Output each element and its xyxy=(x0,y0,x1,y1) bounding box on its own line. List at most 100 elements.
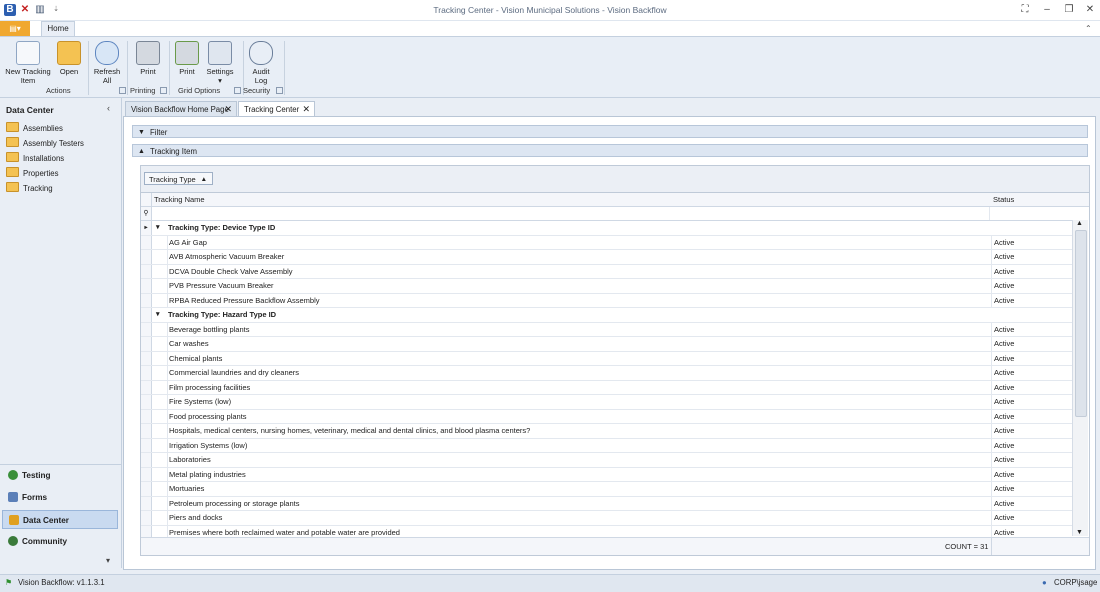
table-row[interactable]: Beverage bottling plants Active xyxy=(141,322,1073,337)
version-label: Vision Backflow: v1.1.3.1 xyxy=(18,578,105,587)
chevron-down-icon[interactable]: ▾ xyxy=(156,221,160,235)
filter-section-header[interactable]: ▼ Filter xyxy=(132,125,1088,138)
tree-item-tracking[interactable]: Tracking xyxy=(6,182,53,194)
grid-options-launcher-icon[interactable] xyxy=(234,87,241,94)
table-row[interactable]: Petroleum processing or storage plants Ac… xyxy=(141,496,1073,511)
table-row[interactable]: AG Air Gap Active xyxy=(141,235,1073,250)
printing-launcher-icon[interactable] xyxy=(160,87,167,94)
chevron-up-icon: ▲ xyxy=(138,148,145,155)
nav-divider xyxy=(0,464,121,465)
close-button[interactable]: ✕ xyxy=(1083,4,1097,16)
vertical-scrollbar[interactable]: ▲ ▼ xyxy=(1072,220,1088,536)
table-row[interactable]: Fire Systems (low) Active xyxy=(141,395,1073,410)
audit-log-button[interactable]: Audit Log xyxy=(247,41,275,85)
nav-testing[interactable]: Testing xyxy=(2,466,118,485)
collapse-sidebar-icon[interactable]: ‹ xyxy=(107,103,110,113)
table-row[interactable]: Piers and docks Active xyxy=(141,511,1073,526)
group-row[interactable]: ▾ Tracking Type: Hazard Type ID xyxy=(141,308,1073,323)
tracking-name-cell: Irrigation Systems (low) xyxy=(169,440,248,450)
tracking-name-cell: PVB Pressure Vacuum Breaker xyxy=(169,281,274,290)
table-row[interactable]: PVB Pressure Vacuum Breaker Active xyxy=(141,279,1073,294)
tab-tracking-center[interactable]: Tracking Center ✕ xyxy=(238,101,315,116)
nav-community[interactable]: Community xyxy=(2,532,118,551)
group-indent-cell xyxy=(152,482,168,496)
collapse-ribbon-icon[interactable]: ⌃ xyxy=(1085,24,1092,33)
table-row[interactable]: Food processing plants Active xyxy=(141,409,1073,424)
security-launcher-icon[interactable] xyxy=(276,87,283,94)
tracking-name-cell: Mortuaries xyxy=(169,484,205,493)
table-row[interactable]: Film processing facilities Active xyxy=(141,380,1076,395)
minimize-button[interactable]: – xyxy=(1040,4,1054,16)
scroll-up-icon[interactable]: ▲ xyxy=(1076,220,1083,227)
tracking-center-panel: ▼ Filter ▲ Tracking Item Tracking Type ▲ T… xyxy=(123,116,1096,570)
new-document-icon xyxy=(16,41,40,65)
chevron-down-icon[interactable]: ▾ xyxy=(156,308,160,322)
tracking-name-cell: Chemical plants xyxy=(169,353,223,363)
table-row[interactable]: RPBA Reduced Pressure Backflow Assembly A… xyxy=(141,293,1073,308)
table-row[interactable]: Laboratories Active xyxy=(141,453,1073,468)
status-filter-input[interactable] xyxy=(991,207,1071,220)
row-indicator: ▸ xyxy=(141,221,152,235)
nav-forms[interactable]: Forms xyxy=(2,488,118,507)
open-button[interactable]: Open xyxy=(56,41,82,76)
scroll-down-icon[interactable]: ▼ xyxy=(1076,529,1083,536)
table-row[interactable]: DCVA Double Check Valve Assembly Active xyxy=(141,264,1073,279)
scrollbar-thumb[interactable] xyxy=(1075,230,1087,417)
maximize-button[interactable]: ❐ xyxy=(1062,4,1076,16)
tracking-name-cell: Fire Systems (low) xyxy=(169,397,232,406)
group-indent-cell xyxy=(152,409,168,423)
tree-item-properties[interactable]: Properties xyxy=(6,167,59,179)
row-indicator xyxy=(141,322,152,336)
nav-options-chevron-icon[interactable]: ▾ xyxy=(106,556,110,565)
column-header-status[interactable]: Status xyxy=(991,193,1089,207)
table-row[interactable]: Chemical plants Active xyxy=(141,351,1073,366)
tracking-item-section-header[interactable]: ▲ Tracking Item xyxy=(132,144,1088,157)
print-button[interactable]: Print xyxy=(134,41,162,76)
status-cell: Active xyxy=(991,511,1076,525)
column-header-tracking-name[interactable]: Tracking Name xyxy=(152,193,992,207)
status-cell: Active xyxy=(991,380,1076,394)
actions-launcher-icon[interactable] xyxy=(119,87,126,94)
table-row[interactable]: Irrigation Systems (low) Active xyxy=(141,438,1073,453)
table-row[interactable]: Metal plating industries Active xyxy=(141,467,1073,482)
new-tracking-item-button[interactable]: New Tracking Item xyxy=(4,41,52,85)
table-row[interactable]: Mortuaries Active xyxy=(141,482,1073,497)
status-cell: Active xyxy=(991,424,1076,438)
tracking-name-cell: Petroleum processing or storage plants xyxy=(169,498,300,508)
close-tab-icon[interactable]: ✕ xyxy=(302,102,310,117)
grid-print-button[interactable]: Print xyxy=(173,41,201,76)
forms-icon xyxy=(8,492,18,502)
tree-item-assembly-testers[interactable]: Assembly Testers xyxy=(6,137,84,149)
status-bar: ⚑ Vision Backflow: v1.1.3.1 ● CORP\jsage xyxy=(0,574,1100,592)
grid-footer: COUNT = 31 xyxy=(141,537,1089,555)
table-row[interactable]: Commercial laundries and dry cleaners Act… xyxy=(141,366,1073,381)
tree-item-assemblies[interactable]: Assemblies xyxy=(6,122,63,134)
tracking-name-cell: AVB Atmospheric Vacuum Breaker xyxy=(169,252,285,261)
settings-button[interactable]: Settings ▾ xyxy=(204,41,236,85)
tracking-name-cell: DCVA Double Check Valve Assembly xyxy=(169,266,293,276)
tracking-name-cell: AG Air Gap xyxy=(169,237,207,247)
table-row[interactable]: Hospitals, medical centers, nursing home… xyxy=(141,424,1073,439)
group-indent-cell xyxy=(152,467,168,481)
row-indicator xyxy=(141,496,152,510)
restore-layout-icon[interactable]: ⛶ xyxy=(1018,4,1032,16)
group-row[interactable]: ▸ ▾ Tracking Type: Device Type ID xyxy=(141,221,1073,236)
close-tab-icon[interactable]: ✕ xyxy=(224,102,232,117)
refresh-all-button[interactable]: Refresh All xyxy=(91,41,123,85)
nav-data-center[interactable]: Data Center xyxy=(2,510,118,529)
group-indent-cell xyxy=(152,337,168,351)
table-row[interactable]: AVB Atmospheric Vacuum Breaker Active xyxy=(141,250,1073,265)
group-by-panel xyxy=(140,165,1090,193)
tree-item-installations[interactable]: Installations xyxy=(6,152,64,164)
application-menu-button[interactable]: ▤▾ xyxy=(0,21,30,36)
group-by-tracking-type-chip[interactable]: Tracking Type ▲ xyxy=(144,172,213,185)
tab-home[interactable]: Home xyxy=(41,21,75,37)
row-indicator xyxy=(141,395,152,409)
table-row[interactable]: Car washes Active xyxy=(141,337,1073,352)
group-indent-cell xyxy=(152,453,168,467)
group-indent-cell xyxy=(152,293,168,307)
tracking-name-filter-input[interactable] xyxy=(152,207,990,220)
group-actions-label: Actions xyxy=(46,86,71,95)
tab-home-page[interactable]: Vision Backflow Home Page ✕ xyxy=(125,101,237,116)
folder-icon xyxy=(6,122,19,132)
